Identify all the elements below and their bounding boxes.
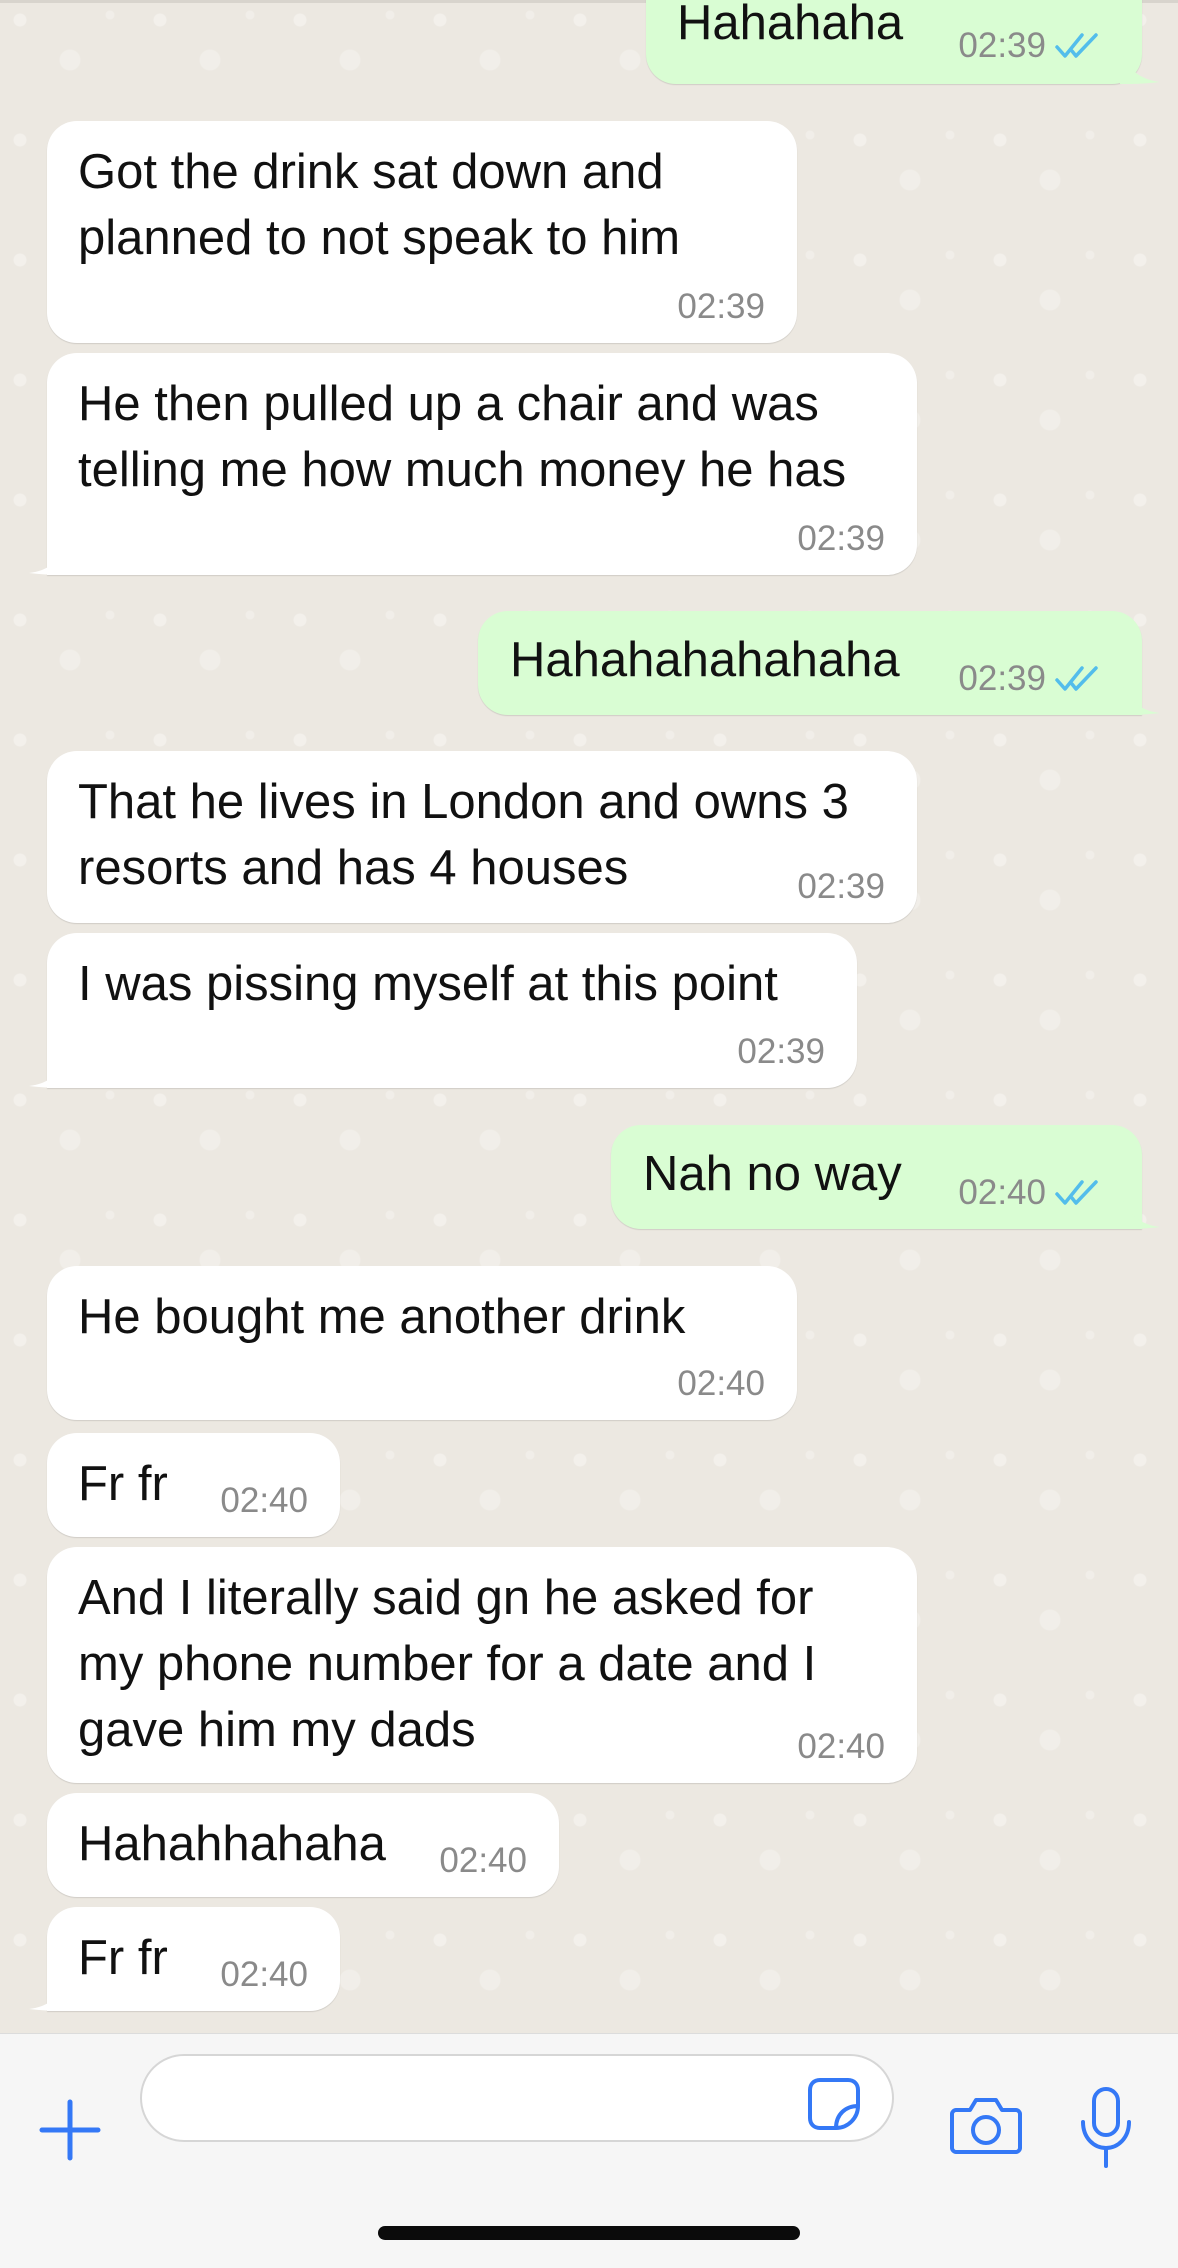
message-bubble-outgoing[interactable]: Nah no way 02:40 xyxy=(611,1125,1160,1229)
message-text: I was pissing myself at this point xyxy=(78,957,778,1011)
message-composer xyxy=(0,2033,1178,2268)
message-meta: 02:39 xyxy=(797,867,885,907)
message-bubble-outgoing[interactable]: Hahahahahahaha 02:39 xyxy=(478,611,1160,715)
bubble-tail xyxy=(29,539,69,575)
message-time: 02:39 xyxy=(737,1032,825,1071)
message-time: 02:39 xyxy=(797,867,885,906)
message-meta: 02:39 xyxy=(677,287,765,327)
camera-icon[interactable] xyxy=(950,2094,1022,2156)
message-bubble-incoming[interactable]: Got the drink sat down and planned to no… xyxy=(47,121,797,343)
message-text: Nah no way xyxy=(643,1147,902,1201)
message-time: 02:40 xyxy=(220,1481,308,1520)
bubble-tail xyxy=(1120,679,1160,715)
message-text: And I literally said gn he asked for my … xyxy=(78,1571,817,1757)
read-receipt-icon xyxy=(1054,1178,1102,1208)
bubble-tail xyxy=(1120,1193,1160,1229)
bubble-tail xyxy=(29,1052,69,1088)
message-bubble-incoming[interactable]: Hahahhahaha 02:40 xyxy=(47,1793,559,1897)
plus-icon[interactable] xyxy=(38,2098,102,2162)
message-meta: 02:40 xyxy=(220,1955,308,1995)
message-text: Got the drink sat down and planned to no… xyxy=(78,145,681,265)
message-meta: 02:40 xyxy=(439,1841,527,1881)
microphone-icon[interactable] xyxy=(1078,2086,1134,2170)
message-time: 02:40 xyxy=(958,1173,1046,1212)
message-time: 02:39 xyxy=(958,659,1046,698)
message-bubble-incoming[interactable]: He bought me another drink 02:40 xyxy=(47,1266,797,1420)
chat-area[interactable]: Hahahaha 02:39 Got the drink sat down an… xyxy=(0,0,1178,2033)
bubble-tail xyxy=(29,1975,69,2011)
message-text: He bought me another drink xyxy=(78,1290,686,1344)
message-time: 02:40 xyxy=(797,1727,885,1766)
message-time: 02:40 xyxy=(220,1955,308,1994)
message-time: 02:39 xyxy=(677,287,765,326)
bubble-tail xyxy=(1120,48,1160,84)
message-time: 02:40 xyxy=(677,1364,765,1403)
message-meta: 02:40 xyxy=(797,1727,885,1767)
message-input[interactable] xyxy=(140,2054,894,2142)
message-text: Hahahaha xyxy=(677,0,904,50)
message-bubble-incoming[interactable]: That he lives in London and owns 3 resor… xyxy=(47,751,917,923)
sticker-icon[interactable] xyxy=(806,2076,862,2132)
message-bubble-incoming[interactable]: Fr fr 02:40 xyxy=(47,1433,340,1537)
message-bubble-outgoing[interactable]: Hahahaha 02:39 xyxy=(646,0,1160,84)
message-time: 02:39 xyxy=(797,519,885,558)
message-time: 02:39 xyxy=(958,26,1046,65)
message-bubble-incoming[interactable]: He then pulled up a chair and was tellin… xyxy=(29,353,917,575)
message-bubble-incoming[interactable]: Fr fr 02:40 xyxy=(29,1907,340,2011)
message-meta: 02:39 xyxy=(958,659,1102,699)
message-text: That he lives in London and owns 3 resor… xyxy=(78,775,849,895)
message-time: 02:40 xyxy=(439,1841,527,1880)
message-bubble-incoming[interactable]: I was pissing myself at this point 02:39 xyxy=(29,933,857,1088)
home-indicator xyxy=(378,2226,800,2240)
message-meta: 02:40 xyxy=(220,1481,308,1521)
message-meta: 02:40 xyxy=(958,1173,1102,1213)
message-meta: 02:39 xyxy=(958,26,1102,66)
message-meta: 02:39 xyxy=(737,1032,825,1072)
message-bubble-incoming[interactable]: And I literally said gn he asked for my … xyxy=(47,1547,917,1783)
message-meta: 02:39 xyxy=(797,519,885,559)
message-text: Hahahahahahaha xyxy=(510,633,900,687)
message-meta: 02:40 xyxy=(677,1364,765,1404)
read-receipt-icon xyxy=(1054,31,1102,61)
read-receipt-icon xyxy=(1054,664,1102,694)
message-text: He then pulled up a chair and was tellin… xyxy=(78,377,847,497)
